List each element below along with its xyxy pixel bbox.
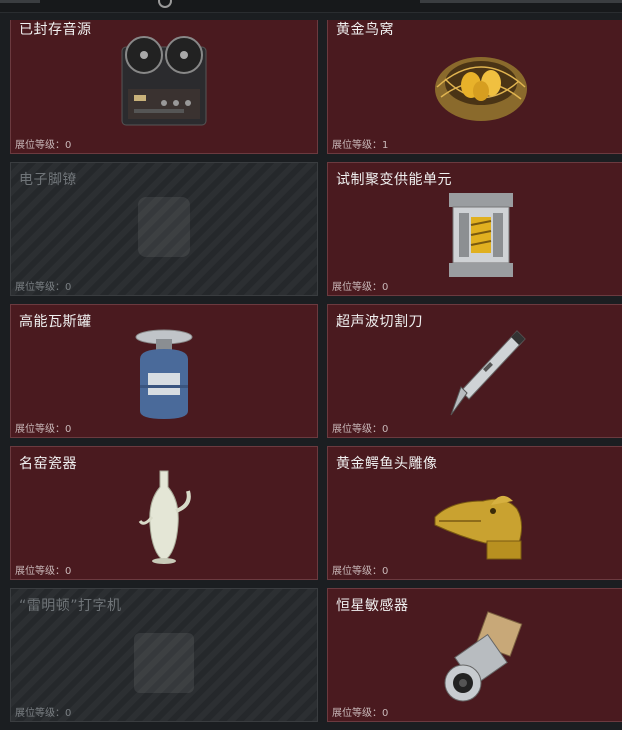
golden-crocodile-head-icon bbox=[434, 495, 523, 560]
item-name: 名窑瓷器 bbox=[19, 456, 77, 472]
level-label: 展位等级： bbox=[15, 708, 65, 719]
fusion-power-unit-icon bbox=[449, 193, 513, 277]
exhibit-level: 展位等级：0 bbox=[332, 420, 388, 435]
item-name: 黄金鸟窝 bbox=[336, 22, 394, 38]
exhibit-card[interactable]: 黄金鳄鱼头雕像 展位等级：0 bbox=[327, 446, 622, 580]
exhibit-level: 展位等级：0 bbox=[15, 278, 71, 293]
level-value: 0 bbox=[65, 566, 72, 577]
porcelain-vase-icon bbox=[138, 470, 191, 564]
item-name: 高能瓦斯罐 bbox=[19, 314, 92, 330]
level-label: 展位等级： bbox=[15, 140, 65, 151]
level-value: 0 bbox=[65, 708, 72, 719]
level-label: 展位等级： bbox=[332, 282, 382, 293]
exhibit-grid: 已封存音源 展位等级：0 黄金鸟窝 展位等级：1 电子脚镣 展位等级：0 试制聚… bbox=[10, 20, 622, 730]
exhibit-card[interactable]: 恒星敏感器 展位等级：0 bbox=[327, 588, 622, 722]
item-name: 已封存音源 bbox=[19, 22, 92, 38]
exhibit-level: 展位等级：0 bbox=[15, 136, 71, 151]
exhibit-level: 展位等级：0 bbox=[15, 420, 71, 435]
level-value: 0 bbox=[65, 140, 72, 151]
exhibit-level: 展位等级：0 bbox=[15, 704, 71, 719]
typewriter-icon bbox=[134, 633, 194, 693]
exhibit-card[interactable]: 黄金鸟窝 展位等级：1 bbox=[327, 20, 622, 154]
gas-canister-icon bbox=[135, 329, 193, 419]
level-value: 0 bbox=[382, 708, 389, 719]
top-bar bbox=[0, 0, 622, 13]
ultrasonic-cutter-icon bbox=[450, 330, 526, 416]
level-label: 展位等级： bbox=[15, 282, 65, 293]
top-bar-segment bbox=[0, 0, 40, 3]
level-value: 0 bbox=[65, 282, 72, 293]
exhibit-level: 展位等级：0 bbox=[332, 562, 388, 577]
level-label: 展位等级： bbox=[332, 708, 382, 719]
golden-nest-icon bbox=[435, 57, 527, 121]
level-label: 展位等级： bbox=[332, 140, 382, 151]
exhibit-card[interactable]: 高能瓦斯罐 展位等级：0 bbox=[10, 304, 318, 438]
level-label: 展位等级： bbox=[332, 566, 382, 577]
exhibit-level: 展位等级：0 bbox=[15, 562, 71, 577]
indicator-dot-icon bbox=[158, 0, 172, 8]
exhibit-card-locked[interactable]: 电子脚镣 展位等级：0 bbox=[10, 162, 318, 296]
star-sensor-icon bbox=[444, 611, 523, 702]
level-label: 展位等级： bbox=[15, 566, 65, 577]
item-name: 恒星敏感器 bbox=[336, 598, 409, 614]
level-value: 0 bbox=[382, 566, 389, 577]
level-value: 0 bbox=[382, 282, 389, 293]
level-label: 展位等级： bbox=[332, 424, 382, 435]
exhibit-level: 展位等级：0 bbox=[332, 278, 388, 293]
exhibit-card-locked[interactable]: “雷明顿”打字机 展位等级：0 bbox=[10, 588, 318, 722]
level-value: 0 bbox=[65, 424, 72, 435]
electronic-anklet-icon bbox=[138, 197, 190, 257]
exhibit-level: 展位等级：0 bbox=[332, 704, 388, 719]
top-bar-segment bbox=[420, 0, 622, 3]
level-value: 0 bbox=[382, 424, 389, 435]
exhibit-level: 展位等级：1 bbox=[332, 136, 388, 151]
exhibit-card[interactable]: 试制聚变供能单元 展位等级：0 bbox=[327, 162, 622, 296]
item-name: 电子脚镣 bbox=[19, 172, 77, 188]
exhibit-card[interactable]: 超声波切割刀 展位等级：0 bbox=[327, 304, 622, 438]
level-value: 1 bbox=[382, 140, 389, 151]
exhibit-card[interactable]: 已封存音源 展位等级：0 bbox=[10, 20, 318, 154]
level-label: 展位等级： bbox=[15, 424, 65, 435]
reel-tape-recorder-icon bbox=[121, 36, 207, 126]
item-name: 超声波切割刀 bbox=[336, 314, 423, 330]
exhibit-card[interactable]: 名窑瓷器 展位等级：0 bbox=[10, 446, 318, 580]
